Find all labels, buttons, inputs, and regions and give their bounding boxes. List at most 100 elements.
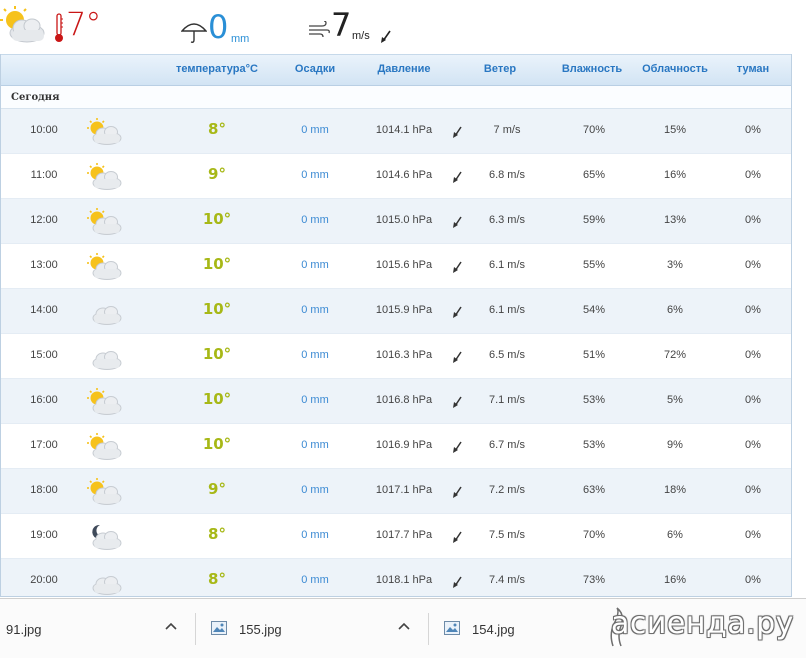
header-wind[interactable]: Ветер [484,63,516,75]
table-row: 17:00 10° 0 mm 1016.9 hPa 6.7 m/s 53% 9% 0% [1,424,791,469]
row-precipitation: 0 mm [301,484,329,496]
row-fog: 0% [745,484,761,496]
row-wind: 7.1 m/s [488,394,526,406]
row-wind: 7.5 m/s [488,529,526,541]
partly-cloudy-icon [85,162,123,190]
row-wind: 6.5 m/s [488,349,526,361]
row-humidity: 73% [582,574,606,586]
row-temperature: 10° [202,435,232,453]
row-pressure: 1014.1 hPa [375,124,433,136]
row-cloudiness: 16% [663,574,687,586]
row-wind: 7 m/s [493,124,521,136]
wind-icon [308,21,330,39]
wind-direction-arrow-icon [380,30,392,44]
row-precipitation: 0 mm [301,439,329,451]
download-item[interactable]: 155.jpg [196,599,428,658]
header-precipitation[interactable]: Осадки [295,63,335,75]
row-fog: 0% [745,349,761,361]
row-temperature: 10° [202,390,232,408]
row-fog: 0% [745,439,761,451]
row-time: 17:00 [30,439,58,451]
row-temperature: 8° [208,525,226,543]
row-temperature: 10° [202,210,232,228]
row-wind: 6.1 m/s [488,304,526,316]
row-cloudiness: 6% [667,529,683,541]
row-pressure: 1015.6 hPa [375,259,433,271]
download-filename: 155.jpg [239,622,282,637]
row-fog: 0% [745,259,761,271]
header-pressure[interactable]: Давление [377,63,430,75]
current-conditions: 7° 0 mm 7 m/s [0,0,806,54]
table-row: 14:00 10° 0 mm 1015.9 hPa 6.1 m/s 54% 6% 0% [1,289,791,334]
partly-cloudy-icon [85,477,123,505]
row-temperature: 9° [208,165,226,183]
partly-cloudy-icon [85,117,123,145]
row-cloudiness: 18% [663,484,687,496]
row-precipitation: 0 mm [301,214,329,226]
download-filename: 91.jpg [6,622,42,637]
row-precipitation: 0 mm [301,349,329,361]
row-temperature: 10° [202,255,232,273]
row-pressure: 1016.8 hPa [375,394,433,406]
row-pressure: 1017.1 hPa [375,484,433,496]
wind-direction-arrow-icon [452,126,464,139]
row-cloudiness: 3% [667,259,683,271]
row-humidity: 51% [582,349,606,361]
header-cloudiness[interactable]: Облачность [642,63,708,75]
row-precipitation: 0 mm [301,529,329,541]
wind-direction-arrow-icon [452,351,464,364]
row-precipitation: 0 mm [301,304,329,316]
row-cloudiness: 15% [663,124,687,136]
chevron-up-icon[interactable] [165,621,177,631]
row-wind: 7.4 m/s [488,574,526,586]
row-fog: 0% [745,214,761,226]
row-time: 12:00 [30,214,58,226]
row-time: 10:00 [30,124,58,136]
forecast-rows: 10:00 8° 0 mm 1014.1 hPa 7 m/s 70% 15% 0% 11:00 9… [1,109,791,596]
current-wind-unit: m/s [352,30,370,42]
row-time: 20:00 [30,574,58,586]
row-fog: 0% [745,394,761,406]
partly-cloudy-icon [85,387,123,415]
header-fog[interactable]: туман [737,63,769,75]
row-time: 13:00 [30,259,58,271]
row-fog: 0% [745,574,761,586]
row-cloudiness: 16% [663,169,687,181]
current-precipitation: 0 [208,8,229,46]
partly-cloudy-icon [85,432,123,460]
header-humidity[interactable]: Влажность [562,63,622,75]
row-fog: 0% [745,304,761,316]
row-pressure: 1016.3 hPa [375,349,433,361]
row-fog: 0% [745,124,761,136]
row-time: 16:00 [30,394,58,406]
chevron-up-icon[interactable] [398,621,410,631]
row-precipitation: 0 mm [301,574,329,586]
current-temperature: 7° [66,5,101,43]
table-row: 20:00 8° 0 mm 1018.1 hPa 7.4 m/s 73% 16% 0% [1,559,791,596]
wind-direction-arrow-icon [452,306,464,319]
header-temperature[interactable]: температура°C [176,63,258,75]
table-row: 13:00 10° 0 mm 1015.6 hPa 6.1 m/s 55% 3% 0% [1,244,791,289]
row-wind: 6.3 m/s [488,214,526,226]
wind-direction-arrow-icon [452,396,464,409]
row-humidity: 55% [582,259,606,271]
row-humidity: 63% [582,484,606,496]
thermometer-icon [54,13,64,43]
row-time: 14:00 [30,304,58,316]
wind-direction-arrow-icon [452,531,464,544]
row-time: 15:00 [30,349,58,361]
partly-cloudy-icon [85,207,123,235]
row-humidity: 54% [582,304,606,316]
row-humidity: 70% [582,529,606,541]
row-cloudiness: 6% [667,304,683,316]
download-item[interactable]: 91.jpg [0,599,195,658]
cloudy-icon [85,567,123,595]
table-row: 19:00 8° 0 mm 1017.7 hPa 7.5 m/s 70% 6% 0% [1,514,791,559]
partly-cloudy-icon [0,6,46,46]
row-fog: 0% [745,529,761,541]
row-humidity: 70% [582,124,606,136]
table-row: 12:00 10° 0 mm 1015.0 hPa 6.3 m/s 59% 13% 0% [1,199,791,244]
wind-direction-arrow-icon [452,576,464,589]
wind-direction-arrow-icon [452,171,464,184]
row-precipitation: 0 mm [301,169,329,181]
